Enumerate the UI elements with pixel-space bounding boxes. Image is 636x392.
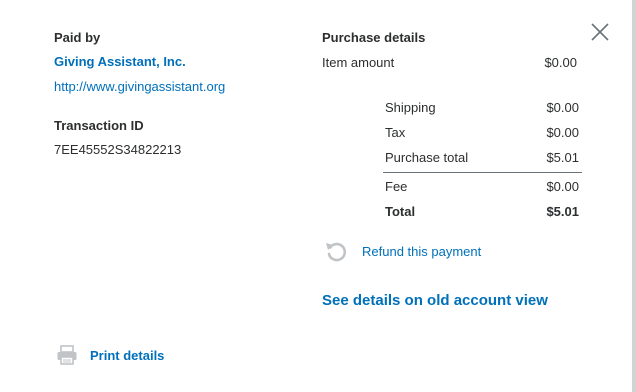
tax-value: $0.00 (546, 125, 579, 140)
item-amount-label: Item amount (322, 55, 395, 70)
old-account-view-link[interactable]: See details on old account view (322, 292, 548, 309)
transaction-id-label: Transaction ID (54, 118, 144, 133)
tax-label: Tax (385, 125, 406, 140)
fee-value: $0.00 (546, 179, 579, 194)
printer-icon (57, 345, 77, 365)
panel-edge (632, 0, 636, 392)
refresh-icon (326, 242, 347, 262)
purchase-total-value: $5.01 (546, 150, 579, 165)
payer-website-link[interactable]: http://www.givingassistant.org (54, 79, 225, 94)
shipping-value: $0.00 (546, 100, 579, 115)
close-icon (591, 23, 609, 41)
payer-name-link[interactable]: Giving Assistant, Inc. (54, 54, 186, 69)
shipping-label: Shipping (385, 100, 436, 115)
purchase-details-label: Purchase details (322, 30, 426, 45)
refund-payment-link[interactable]: Refund this payment (362, 244, 481, 259)
print-details-link[interactable]: Print details (90, 348, 164, 363)
close-button[interactable] (590, 22, 610, 42)
refund-icon-wrap[interactable] (324, 239, 348, 263)
purchase-total-label: Purchase total (385, 150, 469, 165)
item-amount-value: $0.00 (544, 55, 577, 70)
fee-label: Fee (385, 179, 408, 194)
print-icon-wrap[interactable] (56, 345, 78, 365)
total-value: $5.01 (546, 204, 579, 219)
total-label: Total (385, 204, 416, 219)
transaction-id-value: 7EE45552S34822213 (54, 142, 182, 157)
transaction-details-panel: Paid by Giving Assistant, Inc. http://ww… (0, 0, 636, 392)
totals-divider (383, 172, 582, 173)
paid-by-label: Paid by (54, 30, 101, 45)
